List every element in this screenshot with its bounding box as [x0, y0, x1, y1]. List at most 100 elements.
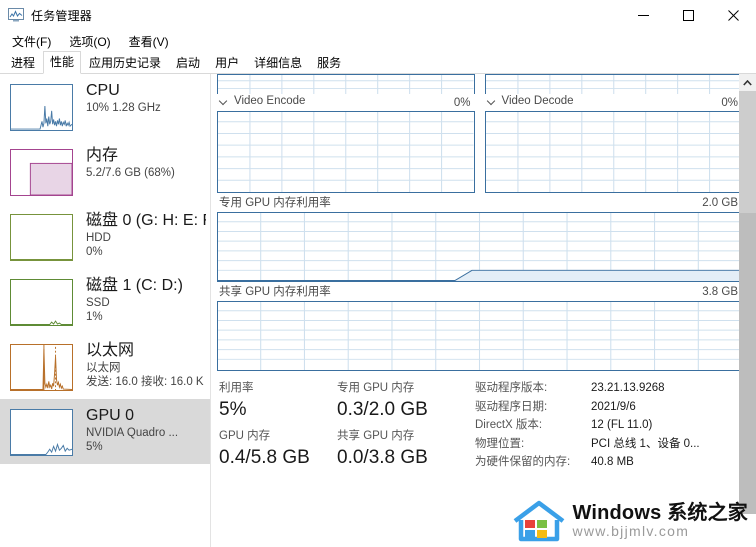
sidebar-item-ethernet[interactable]: 以太网 以太网 发送: 16.0 接收: 16.0 K: [0, 334, 210, 399]
video-engine-graphs: [217, 111, 756, 193]
detail-row: 为硬件保留的内存: 40.8 MB: [475, 453, 742, 472]
video-decode-label: Video Decode: [501, 95, 574, 107]
menu-options[interactable]: 选项(O): [65, 31, 118, 52]
utilization-value: 5%: [219, 399, 247, 420]
sidebar-memory-line1: 5.2/7.6 GB (68%): [86, 167, 175, 179]
dedicated-gpu-memory-graph: [217, 212, 742, 282]
gpu-engine-graphs-clipped: [217, 74, 756, 94]
dedicated-gpu-memory-max: 2.0 GB: [702, 197, 738, 209]
sidebar-item-disk-1[interactable]: 磁盘 1 (C: D:) SSD 1%: [0, 269, 210, 334]
physical-location-value: PCI 总线 1、设备 0...: [591, 437, 700, 450]
sidebar-disk-1-line1: SSD: [86, 297, 110, 309]
physical-location-label: 物理位置:: [475, 437, 525, 450]
hardware-reserved-memory-value: 40.8 MB: [591, 456, 634, 468]
utilization-label: 利用率: [219, 382, 254, 394]
chevron-down-icon[interactable]: [487, 96, 497, 106]
gpu-engine-graph-left: [217, 74, 475, 94]
sidebar-memory-title: 内存: [86, 147, 119, 164]
tab-details[interactable]: 详细信息: [247, 52, 309, 74]
stats-column-2: 专用 GPU 内存 0.3/2.0 GB 共享 GPU 内存 0.0/3.8 G…: [337, 379, 469, 475]
shared-gpu-memory-max: 3.8 GB: [702, 286, 738, 298]
menu-file[interactable]: 文件(F): [8, 31, 59, 52]
directx-version-label: DirectX 版本:: [475, 419, 543, 431]
detail-row: 物理位置: PCI 总线 1、设备 0...: [475, 435, 742, 454]
tab-startup[interactable]: 启动: [169, 52, 207, 74]
sidebar-disk-0-line2: 0%: [86, 246, 103, 258]
video-decode-value: 0%: [721, 97, 738, 109]
ethernet-thumbnail-graph: [10, 344, 73, 391]
dedicated-gpu-memory-stat-label: 专用 GPU 内存: [337, 382, 415, 394]
tab-processes[interactable]: 进程: [4, 52, 42, 74]
tab-users[interactable]: 用户: [208, 52, 246, 74]
driver-version-value: 23.21.13.9268: [591, 382, 665, 394]
stats-column-1: 利用率 5% GPU 内存 0.4/5.8 GB: [219, 379, 337, 475]
sidebar-item-disk-0[interactable]: 磁盘 0 (G: H: E: F:) HDD 0%: [0, 204, 210, 269]
gpu-memory-value: 0.4/5.8 GB: [219, 447, 310, 468]
cpu-thumbnail-graph: [10, 84, 73, 131]
sidebar-disk-0-line1: HDD: [86, 232, 111, 244]
disk-1-thumbnail-graph: [10, 279, 73, 326]
gpu-engine-graph-right: [484, 74, 742, 94]
task-manager-window: 任务管理器 文件(F) 选项(O) 查看(V) 进程 性能 应用历史记录 启动 …: [0, 0, 756, 547]
video-decode-graph: [484, 111, 742, 193]
minimize-button[interactable]: [621, 0, 666, 30]
maximize-button[interactable]: [666, 0, 711, 30]
tab-app-history[interactable]: 应用历史记录: [82, 52, 168, 74]
close-button[interactable]: [711, 0, 756, 30]
sidebar-item-cpu[interactable]: CPU 10% 1.28 GHz: [0, 74, 210, 139]
gpu-0-thumbnail-graph: [10, 409, 73, 456]
shared-gpu-memory-header: 共享 GPU 内存利用率 3.8 GB: [217, 282, 742, 301]
body: CPU 10% 1.28 GHz 内存 5.2/7.6 GB (68%) 磁盘 …: [0, 74, 756, 547]
scrollbar-track[interactable]: [739, 91, 756, 514]
sidebar-ethernet-line1: 以太网: [86, 362, 121, 374]
gpu-stats: 利用率 5% GPU 内存 0.4/5.8 GB 专用 GPU 内存 0.3/2…: [217, 371, 756, 475]
driver-date-value: 2021/9/6: [591, 400, 636, 413]
shared-gpu-memory-label: 共享 GPU 内存利用率: [219, 286, 331, 298]
detail-row: 驱动程序版本: 23.21.13.9268: [475, 379, 742, 398]
sidebar-disk-1-title: 磁盘 1 (C: D:): [86, 277, 183, 294]
sidebar-cpu-line1: 10% 1.28 GHz: [86, 102, 161, 114]
hardware-reserved-memory-label: 为硬件保留的内存:: [475, 456, 571, 468]
sidebar-ethernet-line2: 发送: 16.0 接收: 16.0 K: [86, 376, 204, 388]
dedicated-gpu-memory-header: 专用 GPU 内存利用率 2.0 GB: [217, 193, 742, 212]
scrollbar-thumb[interactable]: [739, 91, 756, 213]
memory-thumbnail-graph: [10, 149, 73, 196]
sidebar-disk-0-title: 磁盘 0 (G: H: E: F:): [86, 212, 206, 229]
sidebar-cpu-title: CPU: [86, 82, 120, 99]
sidebar-gpu-0-line2: 5%: [86, 441, 103, 453]
resource-sidebar[interactable]: CPU 10% 1.28 GHz 内存 5.2/7.6 GB (68%) 磁盘 …: [0, 74, 211, 547]
shared-gpu-memory-stat-value: 0.0/3.8 GB: [337, 447, 428, 468]
sidebar-disk-1-line2: 1%: [86, 311, 103, 323]
sidebar-gpu-0-title: GPU 0: [86, 407, 135, 424]
sidebar-ethernet-title: 以太网: [86, 342, 135, 359]
sidebar-item-memory[interactable]: 内存 5.2/7.6 GB (68%): [0, 139, 210, 204]
window-title: 任务管理器: [31, 8, 93, 23]
detail-row: 驱动程序日期: 2021/9/6: [475, 398, 742, 417]
tab-performance[interactable]: 性能: [43, 51, 82, 74]
shared-gpu-memory-stat-label: 共享 GPU 内存: [337, 430, 415, 442]
scrollbar-lower-region[interactable]: [739, 213, 756, 514]
disk-0-thumbnail-graph: [10, 214, 73, 261]
scroll-up-button[interactable]: [739, 74, 756, 91]
dedicated-gpu-memory-label: 专用 GPU 内存利用率: [219, 197, 331, 209]
video-decode-header[interactable]: Video Decode 0%: [485, 94, 743, 111]
video-encode-header[interactable]: Video Encode 0%: [217, 94, 475, 111]
menu-bar: 文件(F) 选项(O) 查看(V): [0, 30, 756, 52]
chevron-down-icon[interactable]: [219, 96, 229, 106]
shared-gpu-memory-graph: [217, 301, 742, 371]
driver-version-label: 驱动程序版本:: [475, 382, 548, 394]
video-encode-label: Video Encode: [234, 95, 306, 107]
vertical-scrollbar[interactable]: [739, 74, 756, 514]
tab-bar: 进程 性能 应用历史记录 启动 用户 详细信息 服务: [0, 51, 756, 74]
driver-date-label: 驱动程序日期:: [475, 400, 548, 413]
detail-row: DirectX 版本: 12 (FL 11.0): [475, 416, 742, 435]
video-engine-labels: Video Encode 0% Video Decode 0%: [217, 94, 756, 111]
tab-services[interactable]: 服务: [310, 52, 348, 74]
title-bar: 任务管理器: [0, 0, 756, 30]
menu-view[interactable]: 查看(V): [125, 31, 177, 52]
video-encode-graph: [217, 111, 475, 193]
window-controls: [621, 0, 756, 30]
video-encode-value: 0%: [453, 97, 471, 109]
sidebar-item-gpu-0[interactable]: GPU 0 NVIDIA Quadro ... 5%: [0, 399, 210, 464]
task-manager-icon: [8, 7, 24, 23]
